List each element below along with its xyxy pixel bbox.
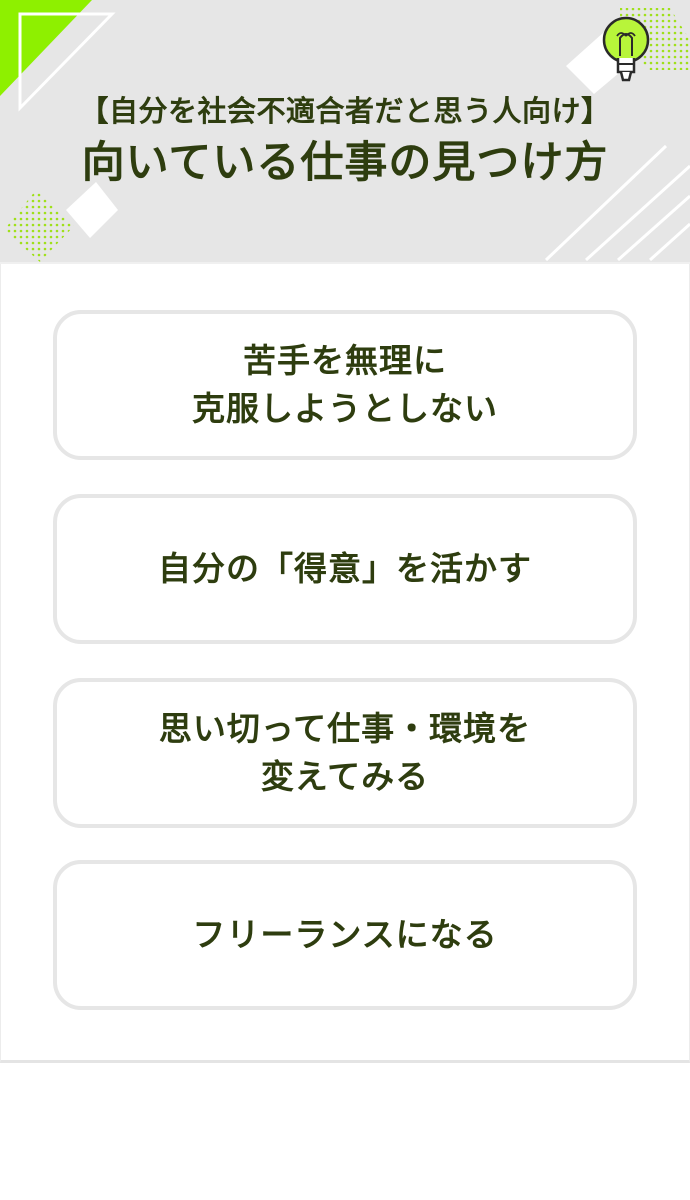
tip-3-line-2: 変えてみる <box>260 757 430 796</box>
tip-card-4: フリーランスになる <box>53 860 637 1010</box>
header-banner: 【自分を社会不適合者だと思う人向け】 向いている仕事の見つけ方 <box>0 0 690 262</box>
page-title: 向いている仕事の見つけ方 <box>81 138 609 188</box>
tip-1-line-2: 克服しようとしない <box>192 389 498 428</box>
tips-list: 苦手を無理に 克服しようとしない 自分の「得意」を活かす 思い切って仕事・環境を… <box>0 264 690 1063</box>
tip-card-3: 思い切って仕事・環境を 変えてみる <box>53 678 637 828</box>
tip-3-line-1: 思い切って仕事・環境を <box>158 709 532 748</box>
tip-card-1: 苦手を無理に 克服しようとしない <box>53 310 637 460</box>
white-diamond-shape <box>66 182 118 238</box>
tip-card-2: 自分の「得意」を活かす <box>53 494 637 644</box>
infographic-page: 【自分を社会不適合者だと思う人向け】 向いている仕事の見つけ方 苦手を無理に 克… <box>0 0 690 1200</box>
diagonal-line-4 <box>648 222 690 262</box>
page-subtitle: 【自分を社会不適合者だと思う人向け】 <box>79 94 611 128</box>
tip-1-line-1: 苦手を無理に <box>243 341 447 380</box>
diagonal-line-3 <box>617 194 690 262</box>
tip-4-line-1: フリーランスになる <box>192 915 498 954</box>
dotted-diamond-shape <box>4 190 74 262</box>
tip-2-line-1: 自分の「得意」を活かす <box>158 549 532 588</box>
